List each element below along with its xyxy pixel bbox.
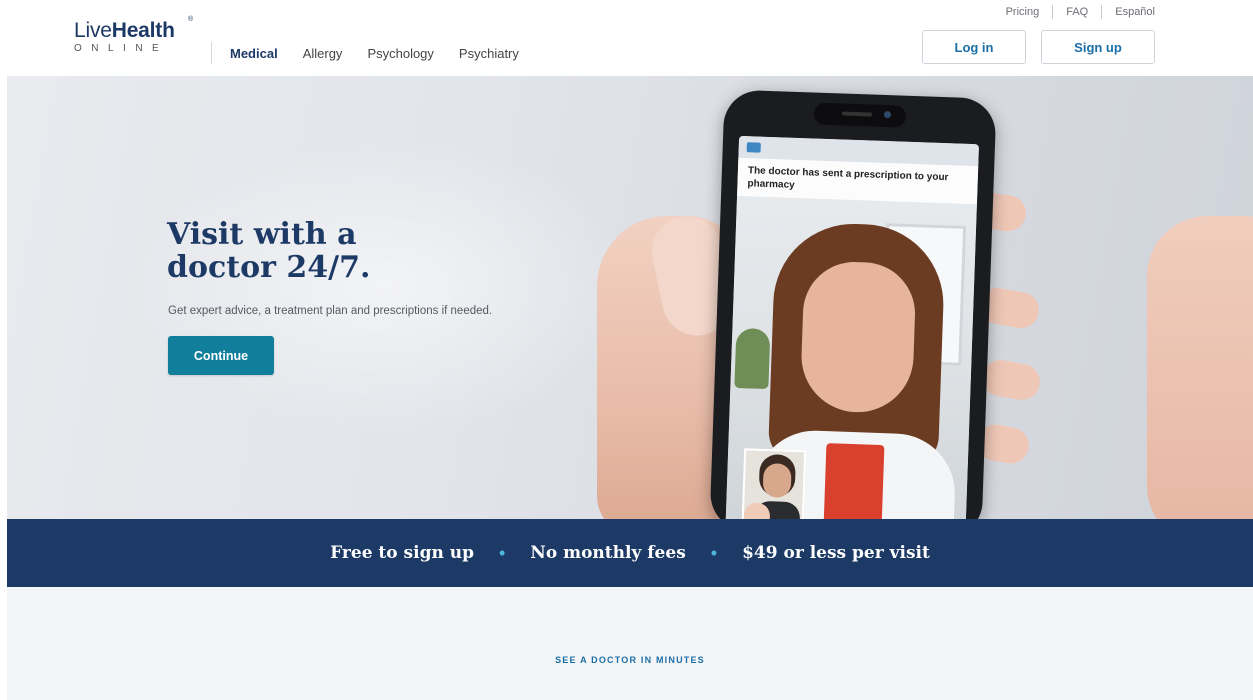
utility-nav: Pricing FAQ Español (1006, 5, 1155, 19)
doctor-face (799, 260, 917, 415)
bullet-icon: • (710, 543, 718, 563)
espanol-link[interactable]: Español (1115, 5, 1155, 19)
hero-title: Visit with a doctor 24/7. (167, 218, 527, 284)
benefits-banner: Free to sign up • No monthly fees • $49 … (7, 519, 1253, 587)
doctor-shirt (822, 443, 885, 519)
logo-wordmark: LiveHealth (74, 20, 204, 42)
benefit-no-monthly-fees: No monthly fees (530, 543, 686, 563)
phone-image: The doctor has sent a prescription to yo… (709, 89, 997, 519)
doctor-video-feed (725, 157, 979, 519)
login-button[interactable]: Log in (922, 30, 1026, 64)
logo-subtitle: ONLINE (74, 43, 169, 54)
right-hand-image (1147, 216, 1253, 519)
pricing-link[interactable]: Pricing (1006, 5, 1040, 19)
hero-title-line-2: doctor 24/7. (167, 250, 371, 285)
hero-title-line-1: Visit with a (167, 217, 357, 252)
bullet-icon: • (498, 543, 506, 563)
nav-item-psychology[interactable]: Psychology (367, 46, 433, 62)
utility-divider (1101, 5, 1103, 19)
logo-word-light: Live (74, 19, 112, 42)
background-plant (734, 327, 771, 390)
benefit-free-signup: Free to sign up (330, 543, 474, 563)
hero-background-glow (127, 136, 647, 436)
patient-video-thumbnail (741, 448, 807, 519)
utility-divider (1052, 5, 1054, 19)
nav-item-psychiatry[interactable]: Psychiatry (459, 46, 519, 62)
logo-divider (211, 42, 212, 64)
see-doctor-section: SEE A DOCTOR IN MINUTES (7, 587, 1253, 700)
logo-word-bold: Health (111, 19, 175, 42)
nav-item-allergy[interactable]: Allergy (303, 46, 343, 62)
faq-link[interactable]: FAQ (1066, 5, 1088, 19)
nav-item-medical[interactable]: Medical (230, 46, 278, 62)
hero-subtitle: Get expert advice, a treatment plan and … (168, 305, 493, 317)
continue-button[interactable]: Continue (168, 336, 274, 375)
hero-section: The doctor has sent a prescription to yo… (7, 76, 1253, 519)
benefit-price-per-visit: $49 or less per visit (742, 543, 930, 563)
logo-registered-mark: ® (188, 16, 194, 23)
app-icon (746, 142, 761, 153)
site-header: LiveHealth ® ONLINE Medical Allergy Psyc… (0, 0, 1253, 76)
video-call-screen: The doctor has sent a prescription to yo… (725, 135, 979, 519)
patient-head (762, 462, 792, 498)
signup-button[interactable]: Sign up (1041, 30, 1155, 64)
finger-image (979, 357, 1043, 403)
main-nav: Medical Allergy Psychology Psychiatry (230, 46, 544, 62)
livehealth-logo[interactable]: LiveHealth ® ONLINE (74, 16, 204, 60)
section-eyebrow: SEE A DOCTOR IN MINUTES (555, 655, 705, 665)
